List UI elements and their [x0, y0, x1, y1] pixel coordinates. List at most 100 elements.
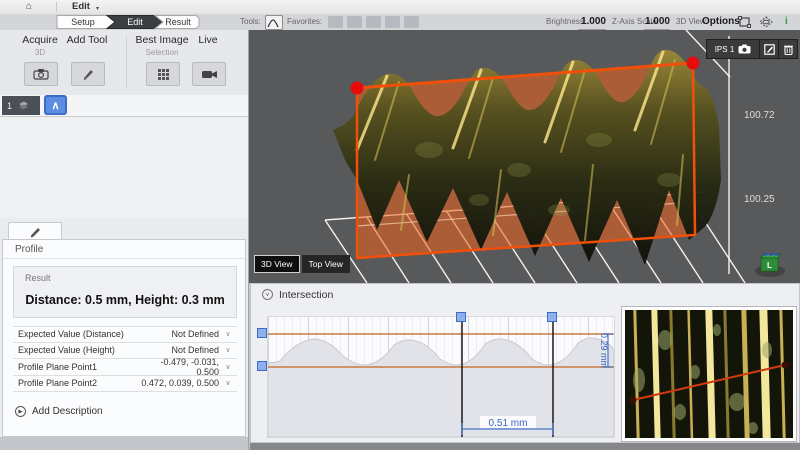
- measurement-item-1[interactable]: 1: [2, 96, 40, 115]
- chevron-down-circle-icon: ∨: [262, 289, 273, 300]
- chevron-down-icon[interactable]: ∨: [219, 346, 237, 354]
- chevron-down-icon[interactable]: ∨: [219, 330, 237, 338]
- endpoint-dot: [630, 397, 637, 404]
- best-image-subtitle: Selection: [130, 48, 194, 57]
- z-axis-label-bottom: 100.25: [744, 194, 775, 205]
- best-image-selection-button[interactable]: [146, 62, 180, 86]
- application-window: ⌂ Edit ▾ Setup Edit Result Tools: Favori…: [0, 0, 800, 450]
- favorite-slot[interactable]: [385, 16, 400, 28]
- chevron-down-icon[interactable]: ∨: [219, 379, 237, 387]
- tab-edit-label: Edit: [127, 17, 143, 27]
- profile-panel: Profile Result Distance: 0.5 mm, Height:…: [2, 239, 246, 437]
- camera-icon: [33, 68, 49, 80]
- favorite-slot[interactable]: [404, 16, 419, 28]
- top-view-button[interactable]: Top View: [302, 255, 350, 273]
- home-icon[interactable]: ⌂: [26, 0, 32, 14]
- video-camera-icon: [201, 69, 218, 80]
- acquire-subtitle: 3D: [10, 48, 70, 57]
- acquire-3d-button[interactable]: [24, 62, 58, 86]
- 3d-view-button[interactable]: 3D View: [254, 255, 300, 273]
- add-tool-button[interactable]: [71, 62, 105, 86]
- property-row-expected-distance[interactable]: Expected Value (Distance) Not Defined ∨: [13, 326, 237, 343]
- layers-icon: [17, 100, 30, 111]
- nav-cube-face-label: L: [767, 261, 772, 270]
- edit-annotation-button[interactable]: [760, 40, 778, 58]
- row-label: Expected Value (Distance): [13, 329, 136, 339]
- menu-divider: [56, 2, 57, 12]
- workflow-tabs: Setup Edit Result: [55, 14, 203, 30]
- profile-edit-tab[interactable]: [8, 222, 62, 240]
- result-value: Distance: 0.5 mm, Height: 0.3 mm: [14, 293, 236, 307]
- live-button[interactable]: [192, 62, 226, 86]
- profile-property-rows: Expected Value (Distance) Not Defined ∨ …: [13, 326, 237, 392]
- row-value: Not Defined: [136, 329, 219, 339]
- collapse-panel-button[interactable]: ∨: [262, 289, 273, 300]
- lower-line-handle[interactable]: [257, 361, 267, 371]
- edit-menu[interactable]: Edit: [72, 0, 90, 14]
- profile-panel-title: Profile: [15, 244, 43, 255]
- z-axis-scale-field[interactable]: 1.000: [644, 15, 670, 30]
- row-value: Not Defined: [136, 345, 219, 355]
- ips-label: IPS 1: [715, 45, 735, 54]
- 3d-viewport[interactable]: 100.72 100.25 L IPS 1: [249, 30, 800, 283]
- property-row-plane-point2[interactable]: Profile Plane Point2 0.472, 0.039, 0.500…: [13, 376, 237, 393]
- pencil-icon: [28, 226, 42, 238]
- toolbar: Setup Edit Result Tools: Favorites: Brig…: [0, 14, 800, 31]
- z-axis-label-top: 100.72: [744, 110, 775, 121]
- profile-curve-icon: [266, 18, 280, 29]
- view-mode-buttons: 3D View Top View: [254, 255, 350, 273]
- rotate-3d-icon[interactable]: [759, 16, 773, 28]
- endpoint-dot: [782, 362, 789, 369]
- chart-graphics: 0.51 mm 0.29 mm: [268, 317, 614, 437]
- 3d-view-options-button[interactable]: Options: [702, 15, 740, 29]
- edit-square-icon: [764, 44, 775, 55]
- profile-tool-button[interactable]: [265, 15, 283, 30]
- intersection-chart[interactable]: 0.51 mm 0.29 mm: [267, 316, 615, 438]
- fit-frame-icon[interactable]: [738, 16, 751, 28]
- row-label: Profile Plane Point1: [13, 362, 136, 372]
- add-description-label: Add Description: [32, 406, 103, 417]
- tools-label: Tools:: [240, 14, 261, 30]
- profile-caret-icon: ∧: [51, 99, 59, 112]
- pencil-icon: [81, 67, 95, 81]
- ips-capture-button[interactable]: IPS 1: [707, 40, 759, 58]
- favorite-slot[interactable]: [328, 16, 343, 28]
- intersection-panel: ∨ Intersection 0.51 mm: [250, 283, 800, 443]
- left-cursor-handle[interactable]: [456, 312, 466, 322]
- info-icon[interactable]: i: [785, 14, 788, 30]
- navigation-cube[interactable]: L: [755, 254, 785, 278]
- brightness-field[interactable]: 1.000: [578, 15, 606, 30]
- trash-icon: [784, 44, 793, 55]
- ribbon-separator: [126, 36, 127, 88]
- camera-top-view-image[interactable]: [621, 306, 797, 442]
- live-title: Live: [184, 34, 232, 46]
- row-label: Profile Plane Point2: [13, 378, 136, 388]
- grid-icon: [157, 68, 170, 81]
- favorite-slot[interactable]: [366, 16, 381, 28]
- intersection-title: Intersection: [279, 289, 333, 301]
- row-value: 0.472, 0.039, 0.500: [136, 378, 219, 388]
- chevron-down-icon[interactable]: ∨: [219, 363, 237, 371]
- measurement-endpoint-2[interactable]: [687, 57, 700, 70]
- item-number: 1: [7, 101, 12, 111]
- delete-button[interactable]: [779, 40, 797, 58]
- upper-line-handle[interactable]: [257, 328, 267, 338]
- acquire-ribbon: Acquire 3D Add Tool Best Image Selection: [0, 30, 248, 96]
- camera-icon: [738, 44, 751, 54]
- viewport-button-group: IPS 1: [706, 39, 798, 59]
- tab-result-label: Result: [165, 17, 191, 27]
- divider: [3, 258, 245, 259]
- measurement-endpoint-1[interactable]: [351, 82, 364, 95]
- menu-bar: ⌂ Edit ▾: [0, 0, 800, 15]
- left-panel: Acquire 3D Add Tool Best Image Selection: [0, 30, 248, 437]
- result-label: Result: [25, 273, 51, 283]
- tool-list-row: 1 ∧: [0, 95, 248, 117]
- profile-tool-selected-button[interactable]: ∧: [44, 95, 67, 115]
- favorite-slot[interactable]: [347, 16, 362, 28]
- right-cursor-handle[interactable]: [547, 312, 557, 322]
- 3d-scene: 100.72 100.25 L: [249, 30, 800, 283]
- property-row-plane-point1[interactable]: Profile Plane Point1 -0.479, -0.031, 0.5…: [13, 359, 237, 376]
- thread-photo: [625, 310, 793, 438]
- add-description-button[interactable]: ▶ Add Description: [15, 406, 103, 417]
- add-tool-title: Add Tool: [57, 34, 117, 46]
